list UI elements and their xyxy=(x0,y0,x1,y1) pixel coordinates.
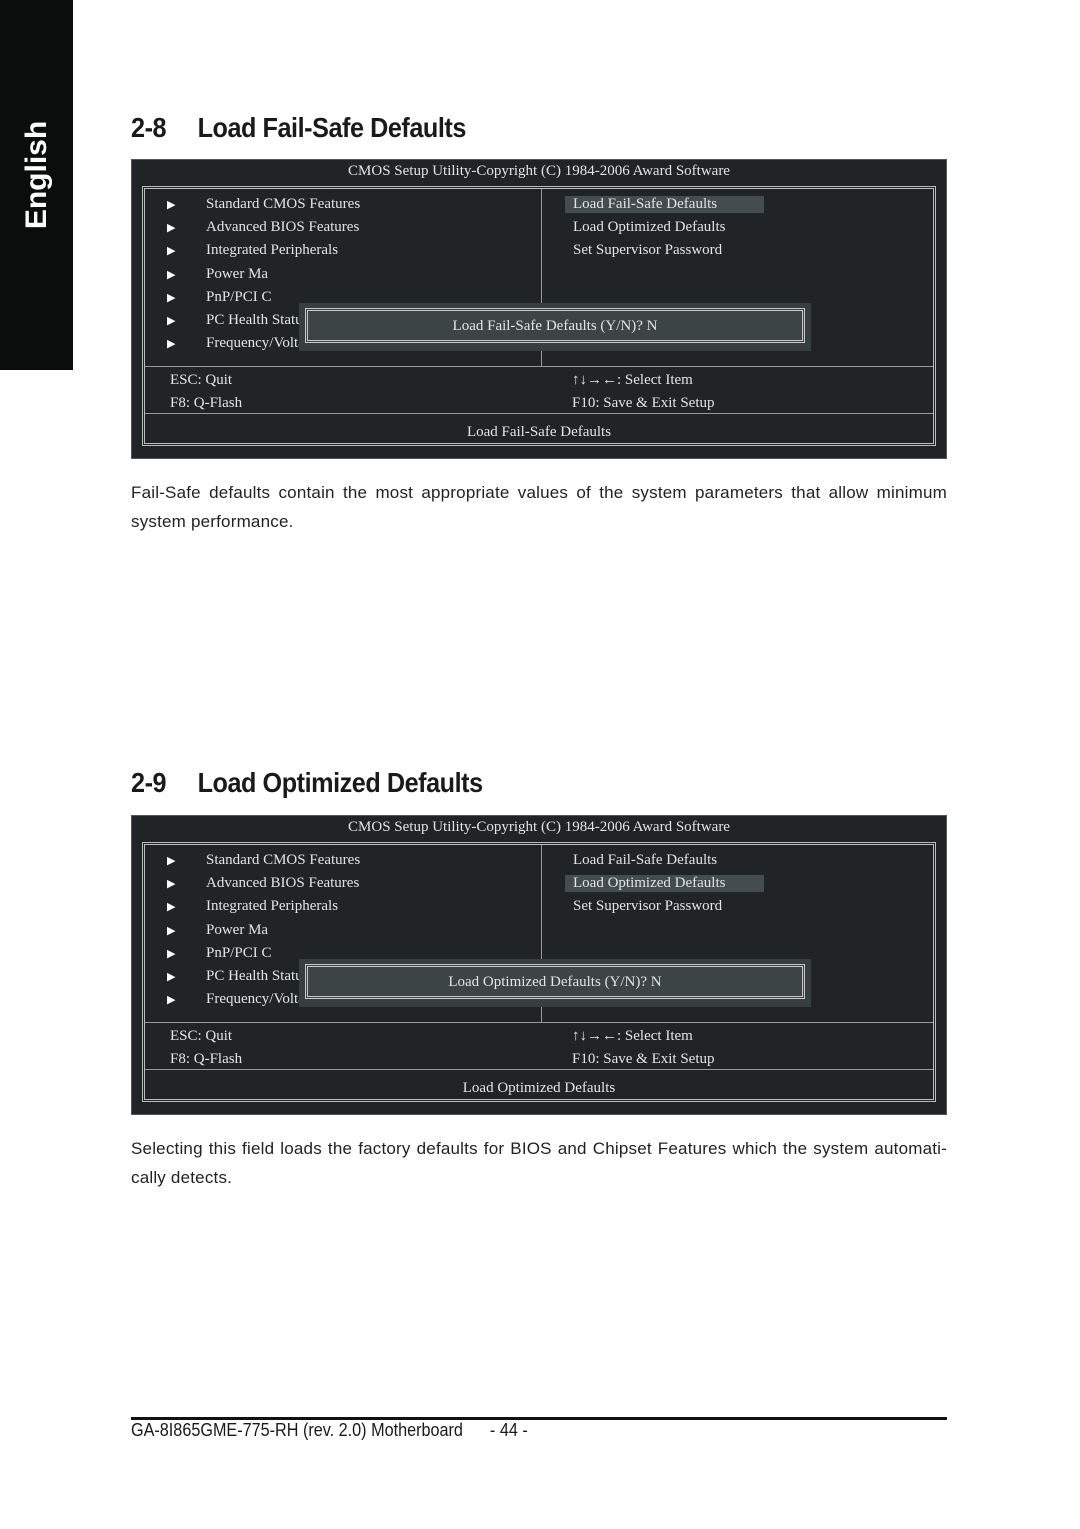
divider xyxy=(145,1022,933,1023)
key-hint-f8: F8: Q-Flash xyxy=(170,1051,243,1067)
submenu-arrow-icon: ▶ xyxy=(167,315,176,327)
menu-item-right[interactable]: Set Supervisor Password xyxy=(573,898,722,915)
menu-item-left[interactable]: Integrated Peripherals xyxy=(206,898,338,915)
divider xyxy=(145,1069,933,1070)
status-line: Load Fail-Safe Defaults xyxy=(466,424,612,440)
section-description: Fail-Safe defaults contain the most appr… xyxy=(131,483,947,531)
page-footer: GA-8I865GME-775-RH (rev. 2.0) Motherboar… xyxy=(131,1420,528,1441)
status-line: Load Optimized Defaults xyxy=(462,1080,616,1096)
key-hint-f8: F8: Q-Flash xyxy=(170,395,243,411)
bios-title: CMOS Setup Utility-Copyright (C) 1984-20… xyxy=(348,819,730,835)
confirm-dialog[interactable]: Load Fail-Safe Defaults (Y/N)? N xyxy=(299,303,811,351)
submenu-arrow-icon: ▶ xyxy=(167,971,176,983)
menu-item-right[interactable]: Set Supervisor Password xyxy=(573,242,722,259)
bios-title: CMOS Setup Utility-Copyright (C) 1984-20… xyxy=(348,163,730,179)
bios-screen-failsafe: CMOS Setup Utility-Copyright (C) 1984-20… xyxy=(131,159,947,459)
section-heading-2-9: 2-9 Load Optimized Defaults xyxy=(131,767,483,799)
language-label: English xyxy=(19,120,53,230)
menu-item-left[interactable]: PC Health Status xyxy=(206,312,309,329)
submenu-arrow-icon: ▶ xyxy=(167,291,176,304)
submenu-arrow-icon: ▶ xyxy=(167,199,176,211)
menu-item-left[interactable]: Standard CMOS Features xyxy=(206,196,360,213)
submenu-arrow-icon: ▶ xyxy=(167,878,176,891)
menu-item-left[interactable]: Power Ma xyxy=(206,266,268,283)
page-number: - 44 - xyxy=(489,1420,528,1440)
divider xyxy=(145,366,933,367)
section-heading-2-8: 2-8 Load Fail-Safe Defaults xyxy=(131,112,466,144)
submenu-arrow-icon: ▶ xyxy=(167,222,176,235)
submenu-arrow-icon: ▶ xyxy=(167,994,176,1007)
divider xyxy=(145,413,933,414)
bios-screen-optimized: CMOS Setup Utility-Copyright (C) 1984-20… xyxy=(131,815,947,1115)
key-hint-arrows: ↑↓→←: Select Item xyxy=(572,372,693,388)
confirm-prompt[interactable]: Load Optimized Defaults (Y/N)? N xyxy=(305,964,805,999)
submenu-arrow-icon: ▶ xyxy=(167,924,176,937)
submenu-arrow-icon: ▶ xyxy=(167,268,176,281)
submenu-arrow-icon: ▶ xyxy=(167,855,176,867)
key-hint-esc: ESC: Quit xyxy=(170,1028,233,1044)
submenu-arrow-icon: ▶ xyxy=(167,338,176,351)
bios-frame: ▶ Standard CMOS Features ▶ Advanced BIOS Fe… xyxy=(142,842,936,1102)
key-hint-esc: ESC: Quit xyxy=(170,372,233,388)
menu-item-left[interactable]: PnP/PCI C xyxy=(206,289,271,306)
confirm-dialog[interactable]: Load Optimized Defaults (Y/N)? N xyxy=(299,959,811,1007)
section-title: Load Fail-Safe Defaults xyxy=(197,112,467,143)
menu-item-right[interactable]: Load Fail-Safe Defaults xyxy=(573,852,717,869)
submenu-arrow-icon: ▶ xyxy=(167,901,176,914)
menu-item-right[interactable]: Load Optimized Defaults xyxy=(565,875,764,893)
menu-item-left[interactable]: Power Ma xyxy=(206,922,268,939)
section-description: Selecting this field loads the factory d… xyxy=(131,1139,947,1187)
menu-item-left[interactable]: Integrated Peripherals xyxy=(206,242,338,259)
menu-item-left[interactable]: Advanced BIOS Features xyxy=(206,219,359,236)
submenu-arrow-icon: ▶ xyxy=(167,947,176,960)
menu-item-left[interactable]: PnP/PCI C xyxy=(206,945,271,962)
menu-item-right[interactable]: Load Optimized Defaults xyxy=(573,219,725,236)
key-hint-f10: F10: Save & Exit Setup xyxy=(572,1051,715,1067)
section-title: Load Optimized Defaults xyxy=(197,767,484,798)
language-tab: English xyxy=(0,0,73,370)
menu-item-right[interactable]: Load Fail-Safe Defaults xyxy=(565,196,764,213)
key-hint-f10: F10: Save & Exit Setup xyxy=(572,395,715,411)
menu-item-left[interactable]: Advanced BIOS Features xyxy=(206,875,359,892)
key-hint-arrows: ↑↓→←: Select Item xyxy=(572,1028,693,1044)
menu-item-left[interactable]: PC Health Status xyxy=(206,968,309,985)
footer-model: GA-8I865GME-775-RH (rev. 2.0) Motherboar… xyxy=(131,1420,463,1440)
confirm-prompt[interactable]: Load Fail-Safe Defaults (Y/N)? N xyxy=(305,308,805,343)
bios-frame: ▶ Standard CMOS Features ▶ Advanced BIOS Fe… xyxy=(142,186,936,446)
menu-item-left[interactable]: Standard CMOS Features xyxy=(206,852,360,869)
submenu-arrow-icon: ▶ xyxy=(167,245,176,258)
section-number: 2-9 xyxy=(131,767,167,798)
section-number: 2-8 xyxy=(131,112,167,143)
